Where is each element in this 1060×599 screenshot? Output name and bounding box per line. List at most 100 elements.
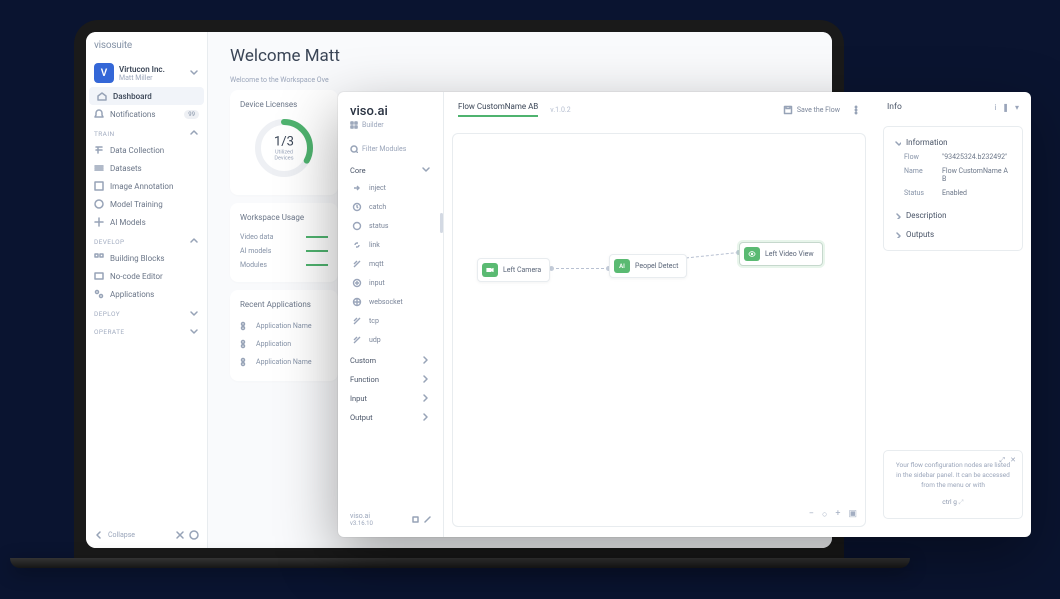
module-group-function[interactable]: Function (338, 368, 443, 387)
expand-icon[interactable] (175, 530, 185, 540)
hint-expand-icon[interactable]: ⤢ (1000, 455, 1006, 466)
license-gauge: 1/3 Utilized Devices (253, 117, 315, 179)
sidebar-item-applications[interactable]: Applications (86, 285, 207, 303)
info-dropdown[interactable]: ▾ (1015, 103, 1019, 112)
save-icon (783, 105, 793, 115)
branch-icon (240, 321, 250, 331)
eye-icon (744, 247, 760, 261)
scrollbar[interactable] (440, 213, 443, 233)
zoom-out-button[interactable]: − (809, 509, 814, 520)
info-title: Info (887, 102, 902, 112)
chevron-right-icon (894, 231, 901, 238)
sidebar-item-image-annotation[interactable]: Image Annotation (86, 177, 207, 195)
recent-app-row[interactable]: Application (240, 335, 328, 353)
card-title: Device Licenses (240, 100, 328, 109)
more-icon[interactable] (852, 105, 860, 115)
hint-card: ⤢ ✕ Your flow configuration nodes are li… (883, 450, 1023, 519)
sidebar-item-ai-models[interactable]: AI Models (86, 213, 207, 231)
udp-icon (350, 333, 363, 346)
module-udp[interactable]: udp (338, 330, 443, 349)
training-icon (94, 199, 104, 209)
footer-icon[interactable] (412, 516, 419, 523)
collapse-button[interactable]: Collapse (108, 531, 135, 539)
module-inject[interactable]: inject (338, 178, 443, 197)
zoom-in-button[interactable]: + (835, 509, 840, 520)
branch-icon (240, 339, 250, 349)
flow-tab[interactable]: Flow CustomName AB (458, 102, 538, 117)
info-section-outputs[interactable]: Outputs (894, 227, 1012, 242)
module-group-custom[interactable]: Custom (338, 349, 443, 368)
flow-node-left-video-view[interactable]: Left Video View (739, 242, 823, 266)
info-row-status: StatusEnabled (894, 186, 1012, 200)
module-group-core[interactable]: Core (338, 159, 443, 178)
flow-node-left-camera[interactable]: Left Camera (477, 258, 550, 282)
grid-icon (350, 121, 358, 129)
hint-close-icon[interactable]: ✕ (1010, 455, 1016, 466)
tcp-icon (350, 314, 363, 327)
flow-canvas[interactable]: Left Camera AI Peopel Detect Left Video … (452, 133, 866, 527)
annotation-icon (94, 181, 104, 191)
help-icon[interactable] (189, 530, 199, 540)
info-row-name: NameFlow CustomName AB (894, 164, 1012, 186)
save-flow-button[interactable]: Save the Flow (783, 105, 840, 115)
camera-icon (482, 263, 498, 277)
section-header-train[interactable]: TRAIN (86, 123, 207, 141)
builder-brand: viso.ai (338, 92, 443, 121)
module-link[interactable]: link (338, 235, 443, 254)
footer-icon[interactable] (424, 516, 431, 523)
info-section-information[interactable]: Information (894, 135, 1012, 150)
chevron-down-icon (894, 139, 901, 146)
module-websocket[interactable]: websocket (338, 292, 443, 311)
module-tcp[interactable]: tcp (338, 311, 443, 330)
module-group-input[interactable]: Input (338, 387, 443, 406)
zoom-reset-button[interactable]: ○ (822, 509, 827, 520)
info-book-icon[interactable]: ❚ (1002, 103, 1009, 112)
builder-mode: Builder (338, 121, 443, 139)
module-status[interactable]: status (338, 216, 443, 235)
sidebar-item-no-code-editor[interactable]: No-code Editor (86, 267, 207, 285)
builder-main: Flow CustomName AB v.1.0.2 Save the Flow… (444, 92, 875, 537)
sidebar-item-building-blocks[interactable]: Building Blocks (86, 249, 207, 267)
module-mqtt[interactable]: mqtt (338, 254, 443, 273)
fit-button[interactable]: ▣ (848, 509, 857, 520)
sidebar-item-data-collection[interactable]: Data Collection (86, 141, 207, 159)
sidebar-item-model-training[interactable]: Model Training (86, 195, 207, 213)
chevron-right-icon (894, 212, 901, 219)
home-icon (97, 91, 107, 101)
module-group-output[interactable]: Output (338, 406, 443, 425)
canvas-controls: − ○ + ▣ (809, 509, 857, 520)
filter-modules-input[interactable]: Filter Modules (338, 139, 443, 159)
sidebar-item-datasets[interactable]: Datasets (86, 159, 207, 177)
org-avatar: V (94, 63, 114, 83)
flow-node-people-detect[interactable]: AI Peopel Detect (609, 254, 687, 278)
gauge-label: Utilized Devices (269, 149, 300, 161)
mqtt-icon (350, 257, 363, 270)
module-catch[interactable]: catch (338, 197, 443, 216)
info-section-description[interactable]: Description (894, 208, 1012, 223)
sidebar-item-label: Notifications (110, 110, 155, 119)
catch-icon (350, 200, 363, 213)
section-header-operate[interactable]: OPERATE (86, 321, 207, 339)
section-header-develop[interactable]: DEVELOP (86, 231, 207, 249)
ai-icon: AI (614, 259, 630, 273)
sidebar-item-notifications[interactable]: Notifications 99 (86, 105, 207, 123)
card-title: Recent Applications (240, 300, 328, 309)
data-collection-icon (94, 145, 104, 155)
footer-brand: viso.ai (350, 512, 373, 520)
chevron-left-icon[interactable] (94, 530, 104, 540)
info-action-icon[interactable]: i (994, 103, 996, 112)
notification-badge: 99 (184, 110, 199, 119)
org-switcher[interactable]: V Virtucon Inc. Matt Miller (86, 59, 207, 87)
recent-app-row[interactable]: Application Name (240, 353, 328, 371)
usage-row: Modules (240, 258, 328, 272)
info-card: Information Flow"93425324.b232492" NameF… (883, 126, 1023, 251)
recent-app-row[interactable]: Application Name (240, 317, 328, 335)
recent-applications-card: Recent Applications Application Name App… (230, 290, 338, 381)
chevron-up-icon (189, 237, 199, 247)
input-icon (350, 276, 363, 289)
section-header-deploy[interactable]: DEPLOY (86, 303, 207, 321)
module-input[interactable]: input (338, 273, 443, 292)
sidebar-item-dashboard[interactable]: Dashboard (89, 87, 204, 105)
palette-footer: viso.ai v3.16.10 (338, 502, 443, 537)
sidebar-item-label: Dashboard (113, 92, 152, 101)
